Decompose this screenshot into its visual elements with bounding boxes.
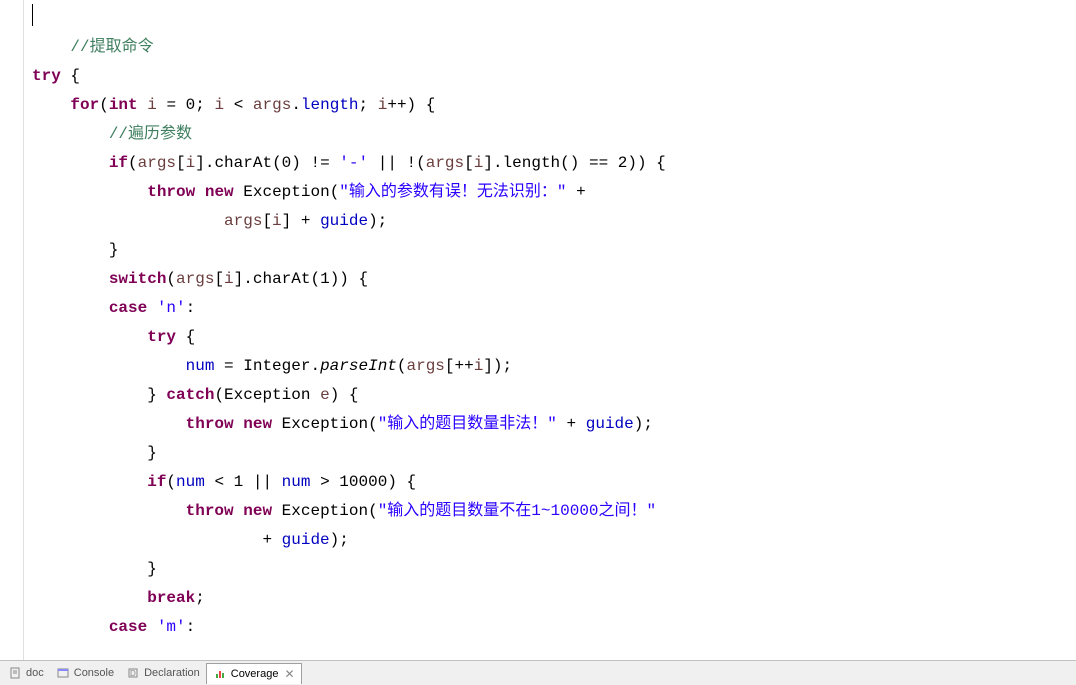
num-zero: 0 [282, 154, 292, 172]
field-guide: guide [282, 531, 330, 549]
string-literal: "输入的参数有误！无法识别：" [339, 183, 566, 201]
keyword-new: new [243, 415, 272, 433]
class-Integer: Integer [243, 357, 310, 375]
keyword-throw: throw [186, 502, 234, 520]
var-args: args [224, 212, 262, 230]
num-one: 1 [320, 270, 330, 288]
editor-gutter [0, 0, 24, 660]
num-two: 2 [618, 154, 628, 172]
code-editor[interactable]: //提取命令 try { for(int i = 0; i < args.len… [0, 0, 1076, 660]
keyword-catch: catch [166, 386, 214, 404]
string-literal: "输入的题目数量不在1~10000之间！" [378, 502, 656, 520]
keyword-int: int [109, 96, 138, 114]
field-num: num [186, 357, 215, 375]
var-i: i [186, 154, 196, 172]
num-one: 1 [234, 473, 244, 491]
var-i: i [224, 270, 234, 288]
doc-icon [8, 666, 22, 680]
coverage-icon [213, 667, 227, 681]
char-dash: '-' [339, 154, 368, 172]
console-icon [56, 666, 70, 680]
tab-label: doc [26, 667, 44, 679]
field-guide: guide [586, 415, 634, 433]
class-Exception: Exception [243, 183, 329, 201]
keyword-new: new [243, 502, 272, 520]
keyword-switch: switch [109, 270, 167, 288]
class-Exception: Exception [282, 415, 368, 433]
class-Exception: Exception [224, 386, 310, 404]
var-args: args [253, 96, 291, 114]
keyword-break: break [147, 589, 195, 607]
var-i: i [474, 357, 484, 375]
tab-label: Declaration [144, 667, 200, 679]
keyword-throw: throw [147, 183, 195, 201]
tab-coverage[interactable]: Coverage ✕ [206, 663, 302, 684]
field-num: num [282, 473, 311, 491]
keyword-throw: throw [186, 415, 234, 433]
var-i: i [378, 96, 388, 114]
class-Exception: Exception [282, 502, 368, 520]
var-args: args [426, 154, 464, 172]
field-length: length [301, 96, 359, 114]
text-cursor [32, 4, 33, 26]
tab-doc[interactable]: doc [2, 663, 50, 683]
keyword-if: if [109, 154, 128, 172]
code-comment: //提取命令 [70, 38, 153, 56]
keyword-new: new [205, 183, 234, 201]
var-e: e [320, 386, 330, 404]
keyword-if: if [147, 473, 166, 491]
code-comment: //遍历参数 [109, 125, 192, 143]
keyword-case: case [109, 618, 147, 636]
var-args: args [138, 154, 176, 172]
method-length: length [503, 154, 561, 172]
bottom-tab-bar: doc Console D Declaration Coverage ✕ [0, 660, 1076, 685]
tab-declaration[interactable]: D Declaration [120, 663, 206, 683]
var-i: i [214, 96, 224, 114]
code-content[interactable]: //提取命令 try { for(int i = 0; i < args.len… [24, 0, 666, 660]
tab-console[interactable]: Console [50, 663, 120, 683]
method-charAt: charAt [214, 154, 272, 172]
tab-label: Console [74, 667, 114, 679]
close-icon[interactable]: ✕ [284, 667, 294, 681]
svg-text:D: D [130, 669, 136, 678]
keyword-case: case [109, 299, 147, 317]
char-m: 'm' [157, 618, 186, 636]
field-guide: guide [320, 212, 368, 230]
var-i: i [272, 212, 282, 230]
num-zero: 0 [186, 96, 196, 114]
string-literal: "输入的题目数量非法！" [378, 415, 557, 433]
method-parseInt: parseInt [320, 357, 397, 375]
var-i: i [474, 154, 484, 172]
declaration-icon: D [126, 666, 140, 680]
num-tenk: 10000 [339, 473, 387, 491]
keyword-try: try [32, 67, 61, 85]
field-num: num [176, 473, 205, 491]
var-args: args [176, 270, 214, 288]
tab-label: Coverage [231, 668, 279, 680]
method-charAt: charAt [253, 270, 311, 288]
var-args: args [407, 357, 445, 375]
char-n: 'n' [157, 299, 186, 317]
var-i: i [147, 96, 157, 114]
keyword-try: try [147, 328, 176, 346]
keyword-for: for [70, 96, 99, 114]
